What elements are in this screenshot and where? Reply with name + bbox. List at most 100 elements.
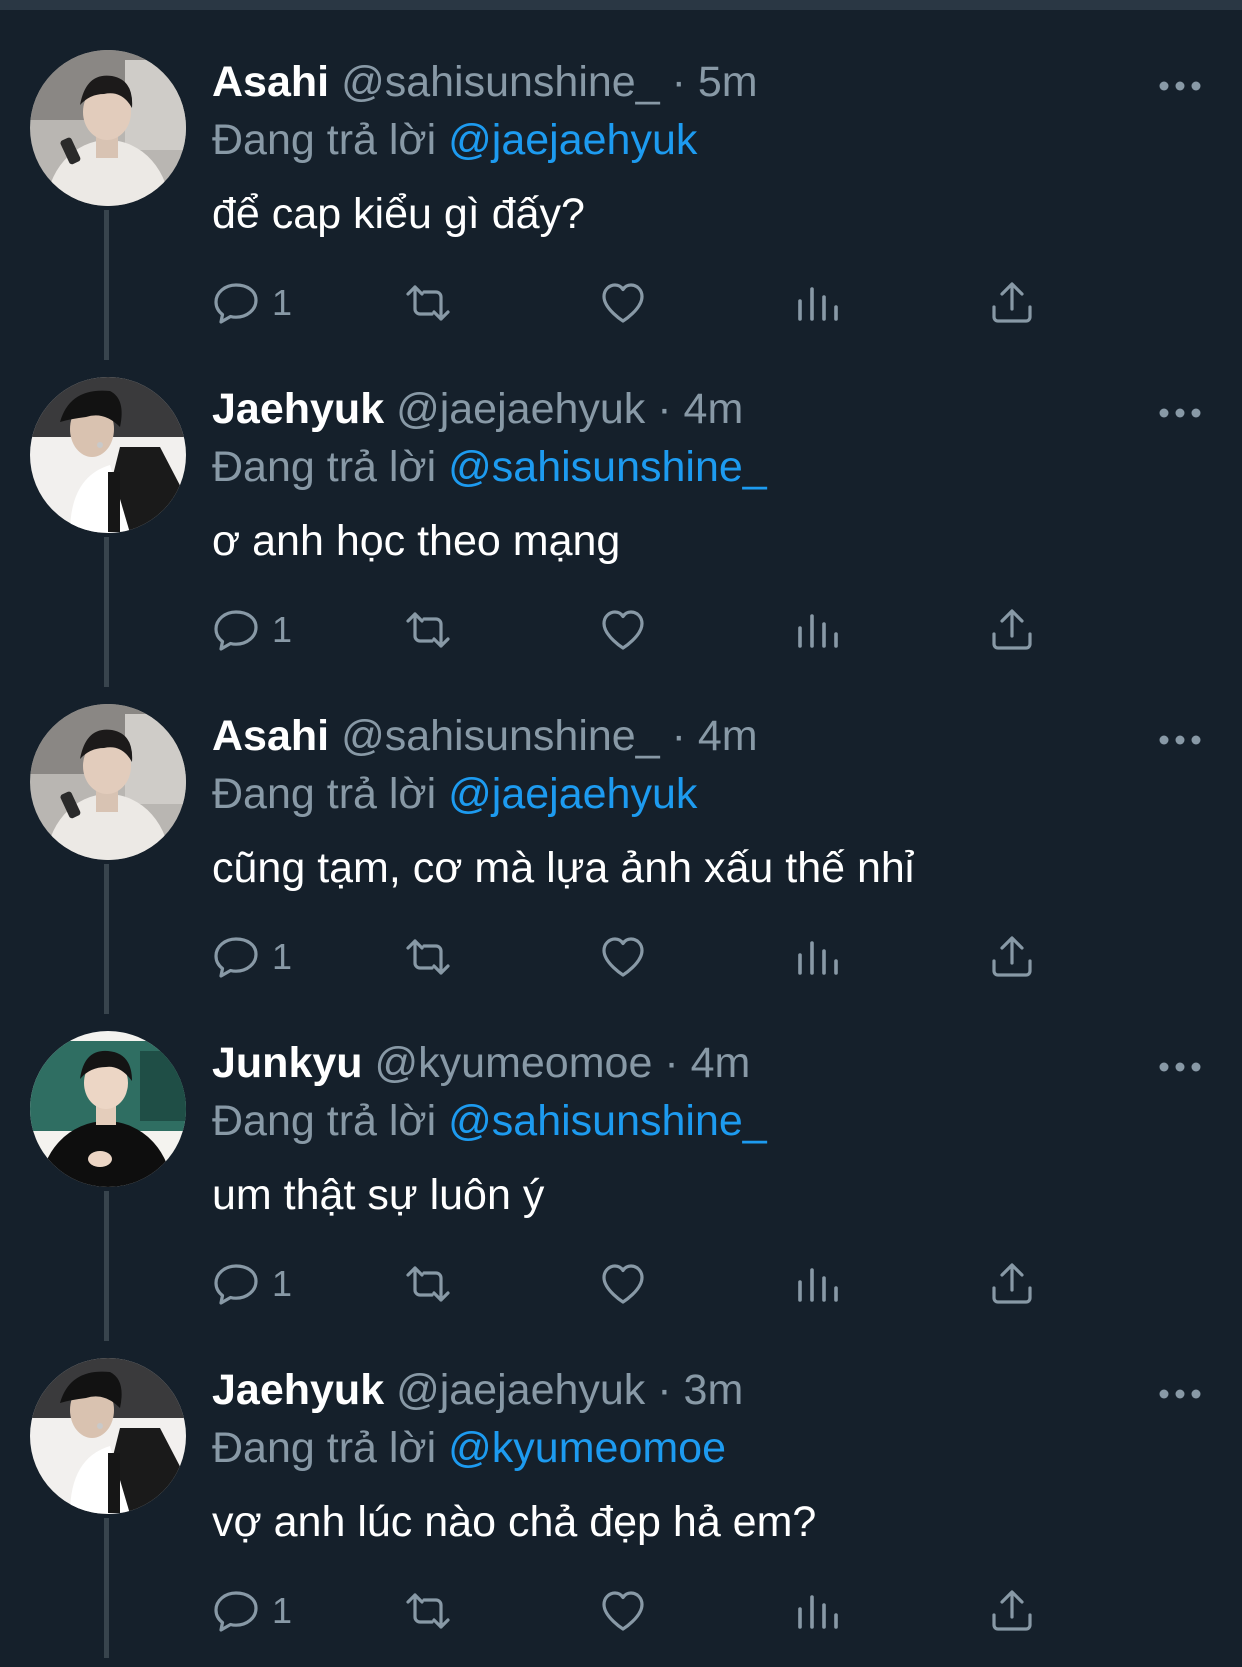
mention-link[interactable]: @jaejaehyuk xyxy=(448,770,697,818)
reply-count: 1 xyxy=(272,609,293,650)
like-button[interactable] xyxy=(599,605,647,655)
top-divider xyxy=(0,0,1242,10)
tweet[interactable]: Asahi @sahisunshine_ · 5m Đang trả lời @… xyxy=(0,10,1242,360)
action-bar: 1 xyxy=(212,605,1112,655)
heart-icon xyxy=(602,1264,644,1304)
display-name[interactable]: Asahi xyxy=(212,712,329,760)
analytics-button[interactable] xyxy=(794,1259,842,1309)
share-button[interactable] xyxy=(988,278,1036,328)
timestamp[interactable]: 4m xyxy=(691,1039,751,1087)
reply-icon xyxy=(214,1264,258,1305)
avatar-junkyu[interactable] xyxy=(30,1031,186,1187)
user-handle[interactable]: @sahisunshine_ xyxy=(341,712,660,760)
more-options-icon[interactable] xyxy=(1158,403,1202,423)
analytics-icon xyxy=(798,614,838,648)
tweet-text: ơ anh học theo mạng xyxy=(212,517,621,565)
display-name[interactable]: Jaehyuk xyxy=(212,385,384,433)
retweet-icon xyxy=(406,612,450,648)
timestamp[interactable]: 5m xyxy=(698,58,758,106)
like-button[interactable] xyxy=(599,1259,647,1309)
analytics-button[interactable] xyxy=(794,1586,842,1636)
tweet[interactable]: Jaehyuk @jaejaehyuk · 3m Đang trả lời @k… xyxy=(0,1318,1242,1658)
separator-dot: · xyxy=(671,712,686,760)
analytics-button[interactable] xyxy=(794,605,842,655)
analytics-button[interactable] xyxy=(794,932,842,982)
display-name[interactable]: Asahi xyxy=(212,58,329,106)
user-handle[interactable]: @kyumeomoe xyxy=(375,1039,653,1087)
mention-link[interactable]: @sahisunshine_ xyxy=(448,1097,767,1145)
share-button[interactable] xyxy=(988,1586,1036,1636)
like-button[interactable] xyxy=(599,932,647,982)
tweet-header: Asahi @sahisunshine_ · 5m xyxy=(212,56,1122,108)
replying-to-label: Đang trả lời xyxy=(212,1424,437,1472)
tweet[interactable]: Jaehyuk @jaejaehyuk · 4m Đang trả lời @s… xyxy=(0,337,1242,687)
mention-link[interactable]: @jaejaehyuk xyxy=(448,116,697,164)
tweet-text: um thật sự luôn ý xyxy=(212,1171,545,1219)
tweet[interactable]: Asahi @sahisunshine_ · 4m Đang trả lời @… xyxy=(0,664,1242,1014)
action-bar: 1 xyxy=(212,278,1112,328)
reply-icon xyxy=(214,1591,258,1632)
more-options-icon[interactable] xyxy=(1158,1057,1202,1077)
tweet-header: Jaehyuk @jaejaehyuk · 3m xyxy=(212,1364,1122,1416)
avatar-jaehyuk[interactable] xyxy=(30,377,186,533)
replying-to-label: Đang trả lời xyxy=(212,443,437,491)
separator-dot: · xyxy=(671,58,686,106)
reply-icon xyxy=(214,610,258,651)
reply-button[interactable]: 1 xyxy=(212,1586,292,1636)
tweet-thread: Asahi @sahisunshine_ · 5m Đang trả lời @… xyxy=(0,10,1242,1667)
timestamp[interactable]: 4m xyxy=(698,712,758,760)
tweet[interactable]: Junkyu @kyumeomoe · 4m Đang trả lời @sah… xyxy=(0,991,1242,1341)
timestamp[interactable]: 3m xyxy=(684,1366,744,1414)
retweet-icon xyxy=(406,939,450,975)
analytics-icon xyxy=(798,287,838,321)
analytics-button[interactable] xyxy=(794,278,842,328)
user-handle[interactable]: @sahisunshine_ xyxy=(341,58,660,106)
like-button[interactable] xyxy=(599,1586,647,1636)
retweet-button[interactable] xyxy=(404,1586,452,1636)
mention-link[interactable]: @sahisunshine_ xyxy=(448,443,767,491)
like-button[interactable] xyxy=(599,278,647,328)
display-name[interactable]: Jaehyuk xyxy=(212,1366,384,1414)
heart-icon xyxy=(602,937,644,977)
avatar-jaehyuk[interactable] xyxy=(30,1358,186,1514)
replying-to-label: Đang trả lời xyxy=(212,770,437,818)
reply-count: 1 xyxy=(272,1590,293,1631)
share-icon xyxy=(992,282,1032,323)
reply-count: 1 xyxy=(272,936,293,977)
share-button[interactable] xyxy=(988,605,1036,655)
more-options-icon[interactable] xyxy=(1158,1384,1202,1404)
avatar-asahi[interactable] xyxy=(30,704,186,860)
tweet-header: Jaehyuk @jaejaehyuk · 4m xyxy=(212,383,1122,435)
share-button[interactable] xyxy=(988,1259,1036,1309)
reply-button[interactable]: 1 xyxy=(212,605,292,655)
share-icon xyxy=(992,936,1032,977)
analytics-icon xyxy=(798,941,838,975)
heart-icon xyxy=(602,610,644,650)
user-handle[interactable]: @jaejaehyuk xyxy=(396,385,645,433)
timestamp[interactable]: 4m xyxy=(684,385,744,433)
retweet-button[interactable] xyxy=(404,932,452,982)
share-icon xyxy=(992,1590,1032,1631)
more-options-icon[interactable] xyxy=(1158,76,1202,96)
share-button[interactable] xyxy=(988,932,1036,982)
tweet-header: Asahi @sahisunshine_ · 4m xyxy=(212,710,1122,762)
heart-icon xyxy=(602,1591,644,1631)
reply-button[interactable]: 1 xyxy=(212,932,292,982)
retweet-button[interactable] xyxy=(404,278,452,328)
replying-to: Đang trả lời @sahisunshine_ xyxy=(212,1095,767,1147)
more-options-icon[interactable] xyxy=(1158,730,1202,750)
user-handle[interactable]: @jaejaehyuk xyxy=(396,1366,645,1414)
reply-button[interactable]: 1 xyxy=(212,1259,292,1309)
retweet-icon xyxy=(406,1593,450,1629)
reply-icon xyxy=(214,283,258,324)
reply-button[interactable]: 1 xyxy=(212,278,292,328)
display-name[interactable]: Junkyu xyxy=(212,1039,363,1087)
retweet-button[interactable] xyxy=(404,1259,452,1309)
replying-to: Đang trả lời @kyumeomoe xyxy=(212,1422,726,1474)
retweet-button[interactable] xyxy=(404,605,452,655)
tweet-text: để cap kiểu gì đấy? xyxy=(212,190,585,238)
tweet-text: vợ anh lúc nào chả đẹp hả em? xyxy=(212,1498,817,1546)
mention-link[interactable]: @kyumeomoe xyxy=(448,1424,726,1472)
heart-icon xyxy=(602,283,644,323)
avatar-asahi[interactable] xyxy=(30,50,186,206)
